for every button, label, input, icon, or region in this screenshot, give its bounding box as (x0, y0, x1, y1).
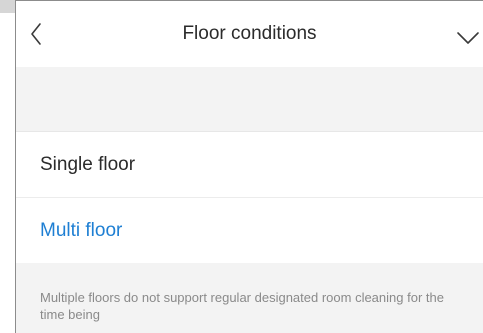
floor-options-list: Single floor Multi floor (16, 131, 483, 263)
header-bar: Floor conditions (16, 1, 483, 67)
page-title: Floor conditions (182, 23, 317, 44)
chevron-down-icon (457, 32, 479, 44)
section-spacer (16, 67, 483, 131)
floor-conditions-panel: Floor conditions Single floor Multi floo… (15, 0, 483, 333)
option-multi-floor[interactable]: Multi floor (16, 198, 483, 264)
option-single-floor[interactable]: Single floor (16, 132, 483, 198)
app-screen: Floor conditions Single floor Multi floo… (0, 0, 483, 333)
confirm-button[interactable] (453, 25, 483, 53)
info-note: Multiple floors do not support regular d… (40, 290, 444, 322)
